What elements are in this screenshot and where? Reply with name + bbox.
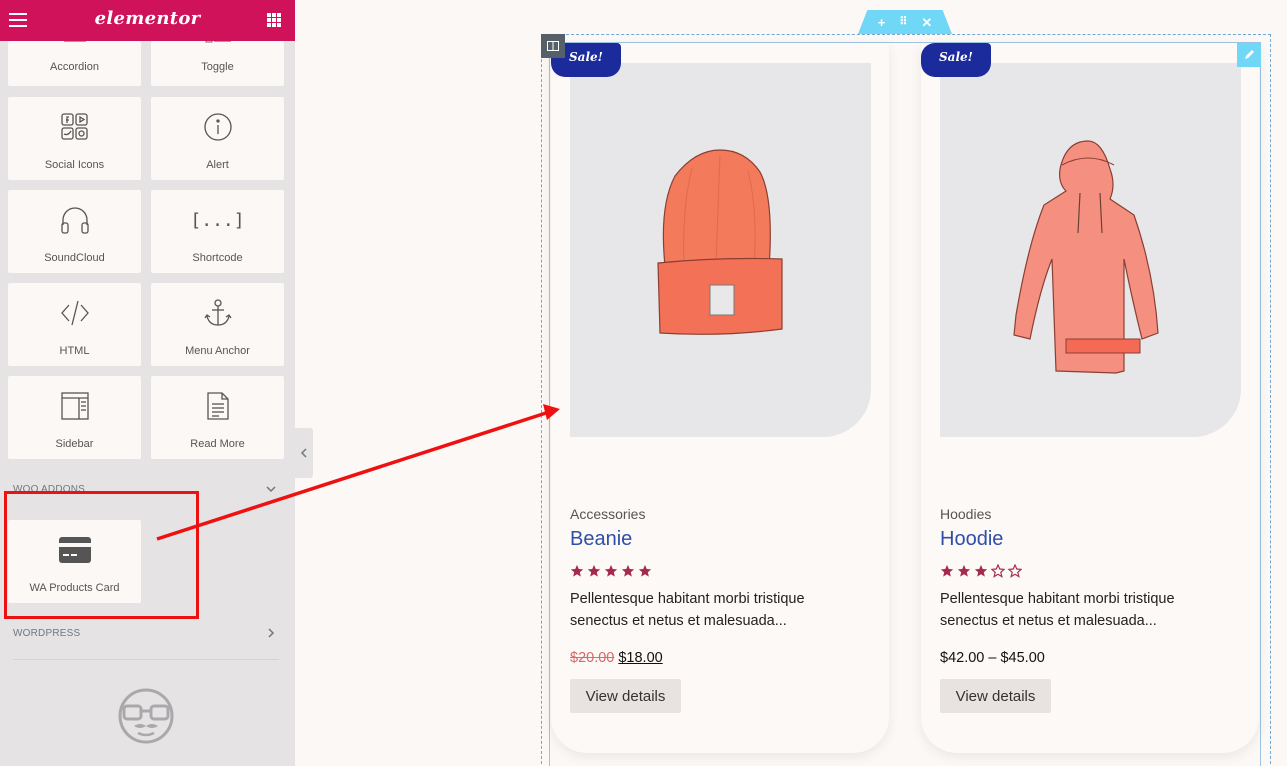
chevron-right-icon	[268, 628, 275, 638]
drag-handle-icon[interactable]: ⠿	[899, 16, 907, 28]
product-category: Accessories	[570, 506, 646, 522]
product-price: $20.00 $18.00	[570, 650, 663, 666]
shortcode-icon: [...]	[190, 209, 245, 231]
headphones-icon	[8, 204, 141, 236]
widget-soundcloud[interactable]: SoundCloud	[8, 190, 141, 273]
section-toolbar: + ⠿ ✕	[858, 10, 952, 34]
widget-read-more[interactable]: Read More	[151, 376, 284, 459]
view-details-button[interactable]: View details	[570, 679, 681, 713]
product-title[interactable]: Beanie	[570, 528, 632, 551]
star-filled-icon	[621, 564, 635, 577]
chevron-left-icon	[300, 448, 307, 458]
anchor-icon	[151, 297, 284, 329]
column-handle[interactable]	[541, 34, 565, 58]
star-filled-icon	[570, 564, 584, 577]
elementor-panel: elementor Accordion Toggle Social Icons	[0, 0, 295, 766]
view-details-button[interactable]: View details	[940, 679, 1051, 713]
product-category: Hoodies	[940, 506, 992, 522]
widget-toggle[interactable]: Toggle	[151, 37, 284, 86]
product-price: $42.00 – $45.00	[940, 650, 1045, 666]
star-rating	[940, 564, 1022, 578]
star-empty-icon	[1008, 564, 1022, 578]
collapse-panel-button[interactable]	[295, 428, 313, 478]
widget-shortcode[interactable]: [...] Shortcode	[151, 190, 284, 273]
product-title[interactable]: Hoodie	[940, 528, 1003, 551]
credit-card-icon	[8, 534, 141, 566]
widgets-grid-icon[interactable]	[267, 13, 281, 27]
star-empty-icon	[991, 564, 1005, 578]
sale-badge: Sale!	[921, 43, 991, 77]
widget-menu-anchor[interactable]: Menu Anchor	[151, 283, 284, 366]
sidebar-layout-icon	[8, 390, 141, 422]
product-image[interactable]	[940, 63, 1241, 437]
columns-icon	[547, 41, 559, 51]
edit-widget-button[interactable]	[1237, 43, 1261, 67]
code-icon	[8, 297, 141, 329]
star-rating	[570, 564, 652, 578]
social-icons-icon	[8, 111, 141, 143]
price-sale: $18.00	[618, 650, 663, 666]
panel-divider	[13, 659, 279, 660]
widget-html[interactable]: HTML	[8, 283, 141, 366]
widget-sidebar[interactable]: Sidebar	[8, 376, 141, 459]
widget-wa-products-card[interactable]: WA Products Card	[8, 520, 141, 603]
add-section-icon[interactable]: +	[878, 16, 886, 29]
close-section-icon[interactable]: ✕	[921, 16, 932, 29]
panel-header: elementor	[0, 0, 295, 41]
star-filled-icon	[974, 564, 988, 577]
woo-addons-section-header[interactable]: WOO ADDONS	[13, 484, 283, 495]
nerd-face-icon	[118, 688, 174, 744]
wordpress-section-header[interactable]: WORDPRESS	[13, 628, 283, 639]
widget-social-icons[interactable]: Social Icons	[8, 97, 141, 180]
document-icon	[151, 390, 284, 422]
star-filled-icon	[940, 564, 954, 577]
alert-icon	[151, 111, 284, 143]
widget-alert[interactable]: Alert	[151, 97, 284, 180]
price-original: $20.00	[570, 650, 615, 666]
product-card-beanie: Sale! Accessories Beanie Pellentesque ha…	[551, 43, 889, 753]
woo-addons-title: WOO ADDONS	[13, 484, 86, 495]
elementor-logo: elementor	[94, 8, 201, 29]
widget-accordion[interactable]: Accordion	[8, 40, 141, 86]
pencil-icon	[1245, 50, 1254, 59]
beanie-illustration	[657, 149, 783, 335]
chevron-down-icon	[266, 486, 276, 493]
product-description: Pellentesque habitant morbi tristique se…	[570, 591, 805, 629]
star-filled-icon	[587, 564, 601, 577]
wordpress-title: WORDPRESS	[13, 628, 81, 639]
product-description: Pellentesque habitant morbi tristique se…	[940, 591, 1175, 629]
star-filled-icon	[604, 564, 618, 577]
star-filled-icon	[957, 564, 971, 577]
hoodie-illustration	[1013, 140, 1159, 374]
product-card-hoodie: Sale! Hoodies Hoodie Pellentesque habita…	[921, 43, 1259, 753]
star-filled-icon	[638, 564, 652, 577]
product-image[interactable]	[570, 63, 871, 437]
